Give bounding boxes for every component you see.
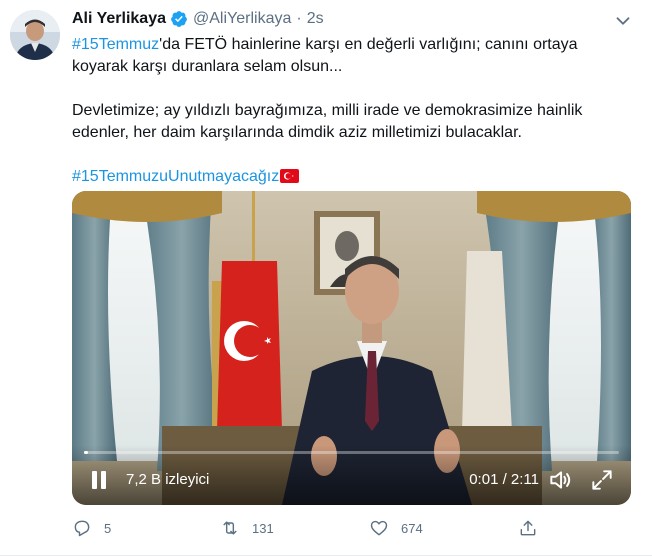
share-button[interactable] (518, 516, 550, 540)
video-player[interactable]: 7,2 B izleyici 0:01 / 2:11 (72, 191, 631, 505)
retweet-button[interactable]: 131 (220, 516, 274, 540)
video-timecode: 0:01 / 2:11 (469, 471, 539, 488)
author-handle[interactable]: @AliYerlikaya (193, 10, 291, 28)
reply-count: 5 (104, 520, 112, 536)
video-progress-bar[interactable] (84, 451, 619, 454)
reply-button[interactable]: 5 (72, 516, 111, 540)
like-count: 674 (401, 520, 423, 536)
view-count: 7,2 B izleyici (126, 471, 210, 488)
tweet-timestamp[interactable]: 2s (307, 10, 324, 28)
reply-icon (74, 520, 90, 537)
avatar-image (10, 10, 60, 60)
verified-badge-icon (170, 10, 188, 28)
retweet-icon (223, 521, 237, 535)
tweet-paragraph-1: #15Temmuz'da FETÖ hainlerine karşı en de… (72, 34, 632, 78)
hashtag-link[interactable]: #15Temmuz (72, 36, 159, 53)
more-options-chevron-down-icon[interactable] (612, 10, 634, 32)
video-controls: 7,2 B izleyici 0:01 / 2:11 (72, 445, 631, 505)
pause-icon (92, 471, 106, 489)
author-name[interactable]: Ali Yerlikaya (72, 10, 166, 28)
tweet-text: #15Temmuz'da FETÖ hainlerine karşı en de… (72, 34, 632, 190)
video-progress-fill (84, 451, 89, 454)
fullscreen-button[interactable] (589, 467, 615, 493)
heart-icon (370, 520, 388, 536)
volume-icon (550, 471, 571, 489)
hashtag-link[interactable]: #15TemmuzuUnutmayacağız (72, 168, 279, 185)
avatar[interactable] (10, 10, 60, 60)
volume-button[interactable] (547, 467, 573, 493)
retweet-count: 131 (252, 520, 274, 536)
like-button[interactable]: 674 (369, 516, 423, 540)
tweet-card[interactable]: Ali Yerlikaya @AliYerlikaya · 2s #15Temm… (0, 0, 652, 556)
tweet-header: Ali Yerlikaya @AliYerlikaya · 2s (72, 8, 324, 30)
turkey-flag-icon (280, 168, 300, 190)
share-icon (520, 520, 536, 536)
pause-button[interactable] (88, 469, 110, 491)
tweet-paragraph-2: Devletimize; ay yıldızlı bayrağımıza, mi… (72, 102, 583, 141)
tweet-actions: 5 131 674 (72, 516, 632, 540)
fullscreen-icon (592, 470, 612, 490)
tweet-paragraph-3: #15TemmuzuUnutmayacağız (72, 166, 632, 190)
separator-dot: · (296, 10, 302, 27)
